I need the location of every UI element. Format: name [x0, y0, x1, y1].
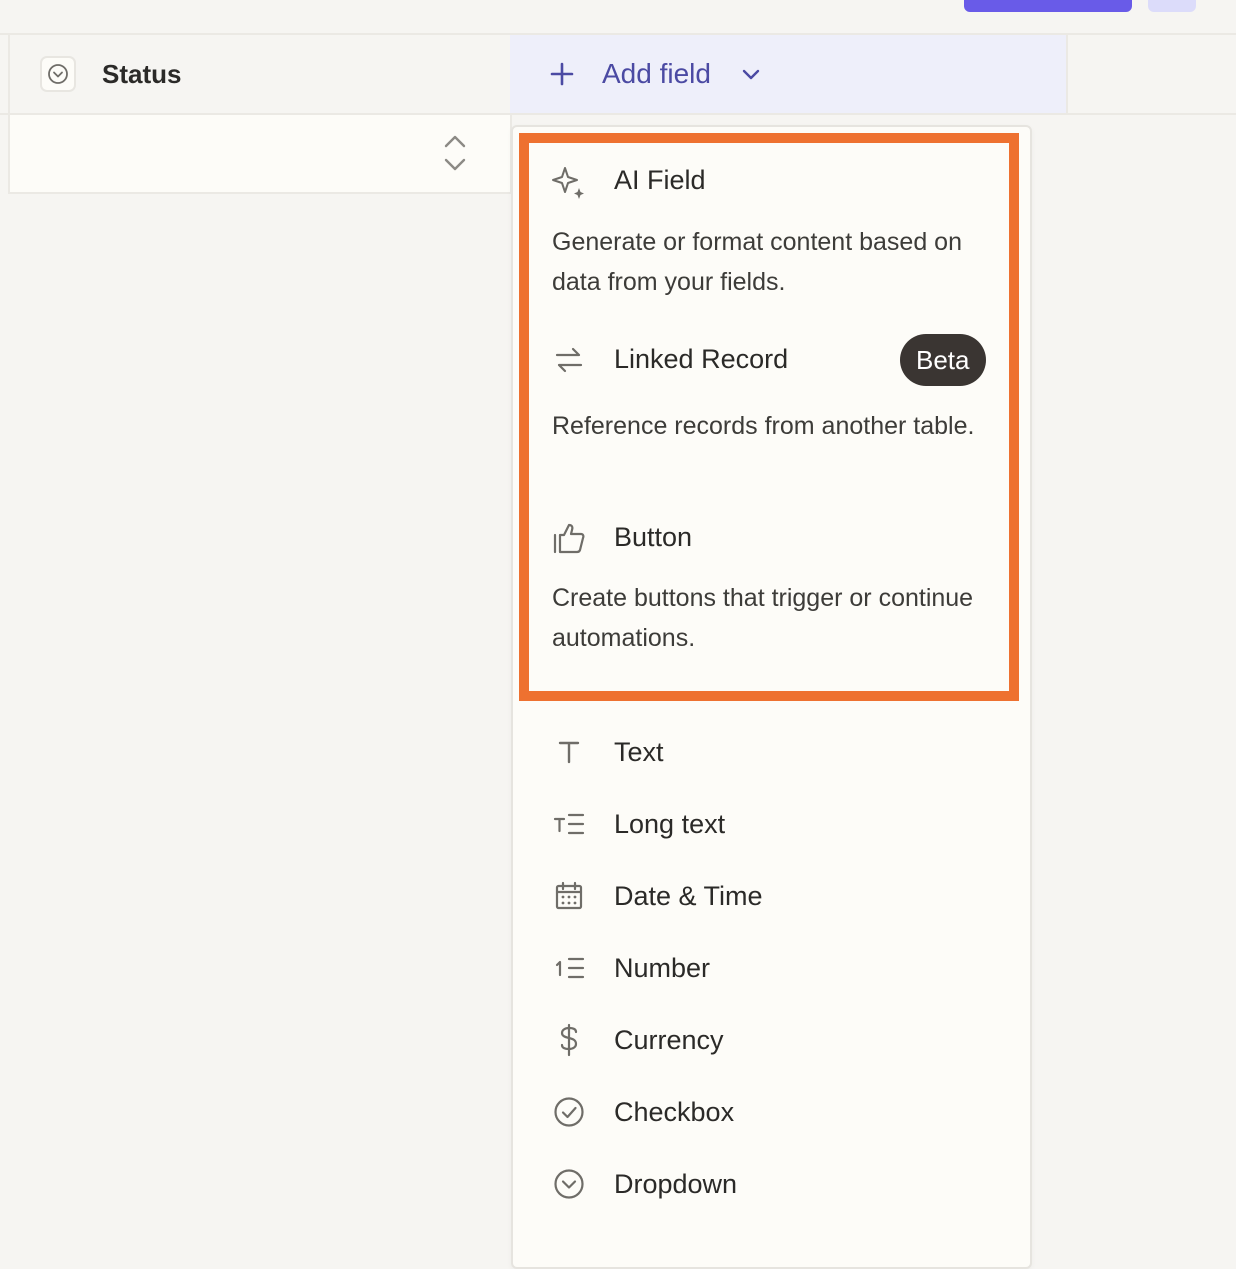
top-bar [0, 0, 1236, 35]
thumbs-up-icon [550, 519, 588, 557]
menu-item-checkbox[interactable]: Checkbox [530, 1087, 1000, 1137]
chevron-circle-icon [550, 1165, 588, 1203]
menu-item-label: Number [614, 953, 711, 983]
table-row[interactable] [8, 115, 512, 194]
menu-item-ai-field[interactable]: AI Field Generate or format content base… [530, 155, 1000, 305]
menu-item-long-text[interactable]: Long text [530, 799, 1000, 849]
beta-badge: Beta [900, 334, 986, 386]
menu-item-label: Long text [614, 809, 726, 839]
table-header-row: Status Add field [0, 35, 1236, 115]
primary-action-button[interactable] [964, 0, 1132, 12]
menu-item-label: Text [614, 737, 664, 767]
menu-item-label: Button [614, 522, 693, 552]
secondary-action-button[interactable] [1148, 0, 1196, 12]
menu-item-label: Linked Record [614, 344, 789, 374]
sparkle-icon [550, 163, 588, 201]
add-field-label: Add field [602, 58, 711, 89]
menu-item-description: Generate or format content based on data… [552, 228, 962, 296]
plus-icon [548, 60, 576, 88]
arrows-swap-icon [550, 341, 588, 379]
menu-item-description: Create buttons that trigger or continue … [552, 584, 974, 652]
menu-item-label: Date & Time [614, 881, 763, 911]
menu-item-number[interactable]: Number [530, 943, 1000, 993]
dollar-icon [550, 1021, 588, 1059]
chevron-down-icon[interactable] [739, 62, 763, 86]
column-header-status[interactable]: Status [8, 35, 512, 113]
long-text-icon [550, 805, 588, 843]
check-circle-icon [550, 1093, 588, 1131]
menu-item-label: Checkbox [614, 1097, 735, 1127]
menu-item-label: Dropdown [614, 1169, 738, 1199]
sort-arrows-icon[interactable] [440, 133, 470, 173]
add-field-button[interactable]: Add field [510, 35, 1068, 113]
menu-item-linked-record[interactable]: Linked Record Beta Reference records fro… [530, 334, 1000, 490]
text-icon [550, 733, 588, 771]
dropdown-circle-icon [40, 56, 76, 92]
menu-item-button[interactable]: Button Create buttons that trigger or co… [530, 518, 1000, 668]
menu-item-description: Reference records from another table. [552, 412, 975, 440]
menu-item-currency[interactable]: Currency [530, 1015, 1000, 1065]
menu-item-label: AI Field [614, 165, 706, 195]
menu-item-dropdown[interactable]: Dropdown [530, 1159, 1000, 1209]
menu-item-text[interactable]: Text [530, 727, 1000, 777]
menu-item-date-time[interactable]: Date & Time [530, 871, 1000, 921]
column-title: Status [102, 58, 182, 89]
number-icon [550, 949, 588, 987]
menu-item-label: Currency [614, 1025, 724, 1055]
calendar-icon [550, 877, 588, 915]
